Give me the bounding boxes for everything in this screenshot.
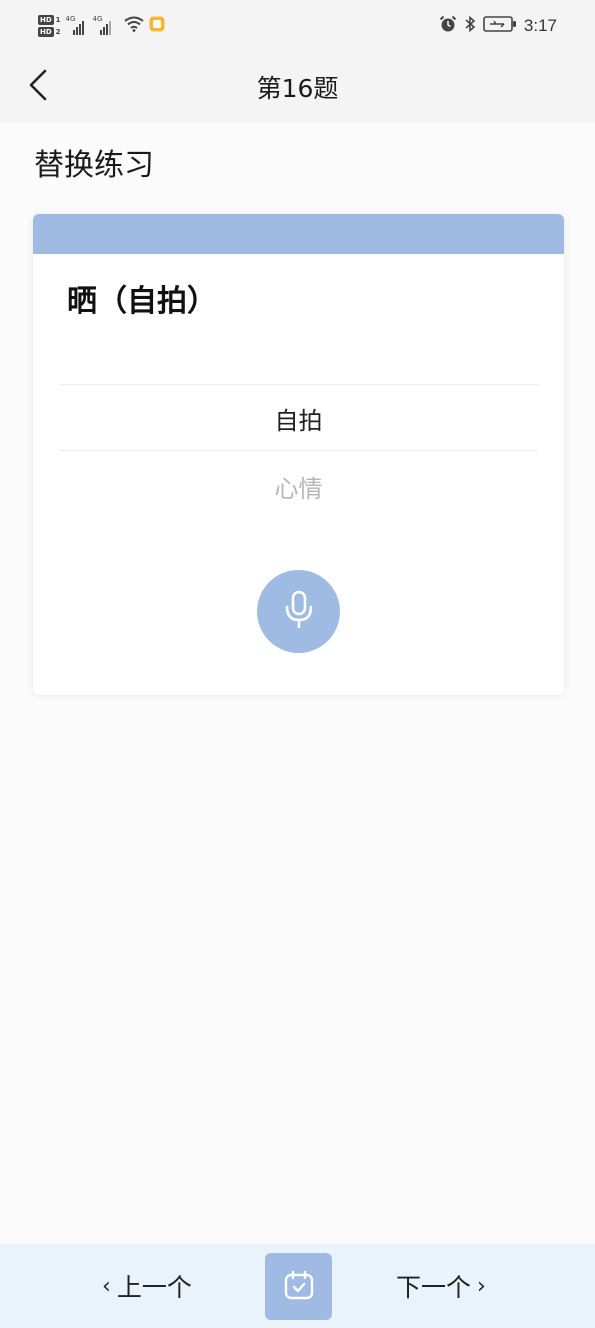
status-right: 3:17	[439, 12, 557, 40]
alarm-icon	[439, 15, 457, 37]
previous-button[interactable]: ‹ 上一个	[102, 1266, 192, 1306]
microphone-icon	[284, 590, 314, 634]
status-left: HD 1 HD 2 4G 4G	[38, 10, 165, 42]
divider	[59, 384, 538, 385]
card-header-band	[33, 214, 564, 254]
back-button[interactable]	[18, 67, 58, 107]
next-button[interactable]: 下一个 ›	[396, 1266, 486, 1306]
status-bar: HD 1 HD 2 4G 4G 3:17	[0, 0, 595, 52]
sim-number: 2	[55, 28, 61, 36]
option-item[interactable]: 心情	[33, 469, 564, 504]
calendar-check-icon	[283, 1269, 315, 1305]
screen: HD 1 HD 2 4G 4G 3:17 第16题 替换练习 晒（自拍） 自拍 …	[0, 0, 595, 1328]
next-label: 下一个	[396, 1273, 472, 1302]
signal-icon: 4G	[93, 15, 119, 35]
divider	[59, 450, 538, 451]
app-notification-icon	[149, 16, 165, 36]
hd-badge: HD	[38, 27, 54, 37]
wifi-icon	[123, 16, 144, 36]
sim-number: 1	[55, 16, 61, 24]
chevron-left-icon	[27, 68, 49, 106]
signal-icon: 4G	[66, 15, 88, 35]
status-time: 3:17	[523, 16, 557, 35]
bluetooth-icon	[464, 15, 476, 37]
microphone-button[interactable]	[257, 570, 340, 653]
previous-label: 上一个	[116, 1273, 192, 1302]
exercise-card: 晒（自拍） 自拍 心情	[33, 214, 564, 695]
header: 第16题	[0, 52, 595, 122]
hd-badges: HD 1 HD 2	[38, 15, 61, 37]
option-item[interactable]: 自拍	[33, 401, 564, 436]
battery-charging-icon	[483, 15, 517, 37]
chevron-left-icon: ‹	[102, 1273, 111, 1299]
calendar-button[interactable]	[265, 1253, 332, 1320]
bottom-nav-bar: ‹ 上一个 下一个 ›	[0, 1244, 595, 1328]
question-text: 晒（自拍）	[67, 284, 217, 319]
chevron-right-icon: ›	[477, 1273, 486, 1299]
hd-badge: HD	[38, 15, 54, 25]
page-title: 第16题	[256, 74, 339, 103]
section-title: 替换练习	[34, 148, 154, 183]
